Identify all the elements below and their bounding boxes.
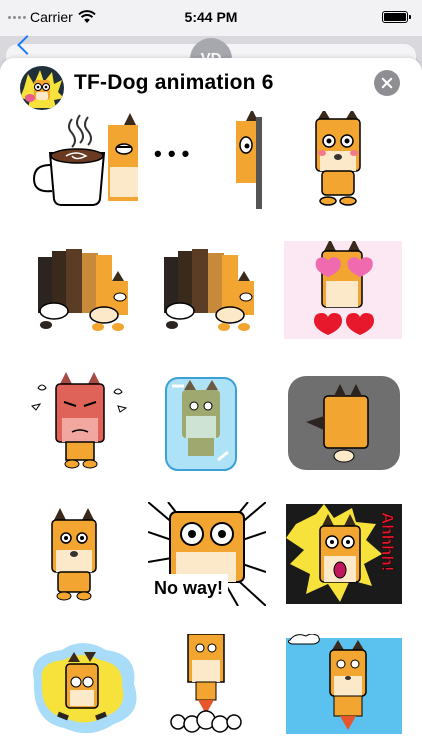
sticker-frozen-art — [165, 377, 237, 471]
sticker-frozen[interactable] — [148, 372, 264, 472]
app-icon — [20, 66, 64, 110]
sticker-ahhhh[interactable]: Ahhhh! — [286, 504, 402, 604]
sticker-blush-art — [315, 111, 361, 206]
sticker-angry[interactable] — [24, 372, 140, 472]
sticker-no-way-art: No way! — [148, 502, 266, 606]
sticker-glow-art — [33, 643, 137, 734]
sticker-marching-dogs-2[interactable] — [148, 241, 264, 341]
status-bar: Carrier 5:44 PM — [0, 0, 422, 36]
sticker-no-way-text: No way! — [154, 578, 223, 598]
close-button[interactable] — [374, 70, 400, 96]
status-time: 5:44 PM — [184, 9, 238, 25]
sticker-upside-down-art — [288, 376, 400, 470]
sticker-coffee-art — [32, 113, 138, 206]
sticker-sky-art — [286, 634, 402, 734]
sheet-header: TF-Dog animation 6 — [0, 58, 422, 110]
sticker-neutral[interactable] — [24, 506, 140, 606]
sticker-heart-eyes-art — [284, 241, 402, 339]
sticker-sky[interactable] — [286, 634, 402, 734]
sticker-heart-eyes[interactable] — [284, 241, 402, 339]
sticker-dots-peek[interactable]: • • • — [148, 111, 264, 211]
sticker-glow[interactable] — [24, 640, 140, 740]
sticker-blush[interactable] — [272, 111, 388, 211]
sticker-angry-art — [31, 372, 128, 469]
sheet-title: TF-Dog animation 6 — [74, 71, 274, 94]
sticker-rocket[interactable] — [148, 634, 264, 734]
sticker-no-way[interactable]: No way! — [148, 502, 266, 606]
battery-icon — [382, 11, 411, 23]
sticker-upside-down[interactable] — [288, 376, 400, 470]
sticker-dots-text: • • • — [154, 141, 189, 166]
sticker-neutral-art — [51, 508, 97, 601]
sticker-dots-peek-art: • • • — [154, 111, 262, 209]
sticker-rocket-art — [170, 634, 242, 733]
sticker-ahhhh-art: Ahhhh! — [286, 504, 402, 604]
sticker-marching-dogs-2-art — [164, 249, 254, 331]
sticker-marching-dogs-1[interactable] — [24, 241, 140, 341]
sticker-coffee[interactable] — [24, 111, 140, 211]
sticker-marching-dogs-1-art — [38, 249, 128, 331]
sticker-ahhhh-text: Ahhhh! — [378, 512, 397, 571]
